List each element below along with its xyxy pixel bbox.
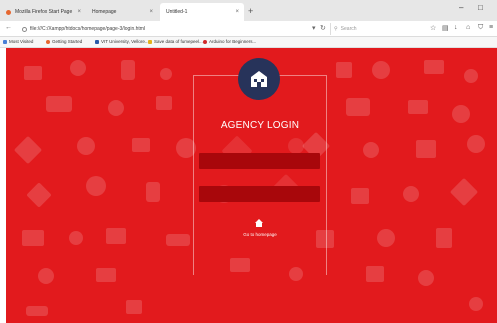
navigation-bar: ← file:///C:/Xampp/htdocs/homepage/page-… (0, 21, 497, 37)
building-icon (251, 71, 267, 87)
go-to-homepage-link[interactable]: Go to homepage (193, 232, 327, 237)
bookmark-label: Most Visited (9, 39, 34, 44)
login-title: AGENCY LOGIN (220, 120, 300, 131)
tab-homepage[interactable]: Homepage × (86, 3, 158, 21)
login-page: AGENCY LOGIN Go to homepage (6, 48, 497, 323)
close-icon[interactable]: × (77, 9, 81, 15)
firefox-icon (6, 9, 11, 15)
agency-logo (238, 58, 280, 100)
bookmark-save-data[interactable]: Save data of fumepeel... (148, 39, 203, 44)
download-icon[interactable]: ↓ (454, 24, 458, 31)
back-icon[interactable]: ← (5, 24, 12, 31)
tab-label: Homepage (92, 9, 117, 15)
bookmark-label: Save data of fumepeel... (154, 39, 203, 44)
home-icon[interactable]: ⌂ (466, 24, 470, 31)
search-placeholder: Search (340, 26, 357, 32)
bookmarks-bar: Most Visited Getting Started VIT Univers… (0, 37, 497, 48)
bookmark-getting-started[interactable]: Getting Started (46, 39, 82, 44)
bookmark-icon (148, 39, 152, 44)
url-bar[interactable]: file:///C:/Xampp/htdocs/homepage/page-3/… (20, 23, 310, 35)
close-icon[interactable]: × (149, 9, 153, 15)
minimize-icon[interactable]: – (459, 3, 463, 12)
login-panel (193, 75, 327, 275)
username-field[interactable] (199, 153, 320, 169)
search-input[interactable]: ⚲ Search (330, 23, 422, 35)
bookmark-label: Arduino for Beginners... (209, 39, 257, 44)
dropdown-icon[interactable]: ▾ (312, 24, 316, 32)
bookmark-most-visited[interactable]: Most Visited (3, 39, 33, 44)
bookmark-arduino[interactable]: Arduino for Beginners... (203, 39, 256, 44)
tab-label: Mozilla Firefox Start Page (15, 9, 73, 15)
tab-untitled[interactable]: Untitled-1 × (160, 3, 244, 21)
shield-icon[interactable]: ⛉ (478, 24, 483, 32)
bookmark-icon (95, 39, 99, 44)
new-tab-button[interactable]: + (248, 5, 253, 17)
library-icon[interactable]: ▤ (442, 24, 449, 32)
url-text: file:///C:/Xampp/htdocs/homepage/page-3/… (30, 26, 146, 32)
youtube-icon (203, 39, 207, 44)
tab-label: Untitled-1 (166, 9, 188, 15)
reload-icon[interactable]: ↻ (320, 24, 326, 32)
info-icon[interactable] (22, 26, 27, 32)
bookmark-label: VIT University, Vellore... (101, 39, 149, 44)
bookmark-icon (3, 39, 7, 44)
menu-icon[interactable]: ≡ (489, 24, 493, 31)
firefox-icon (46, 39, 50, 44)
bookmark-label: Getting Started (52, 39, 83, 44)
close-icon[interactable]: × (235, 9, 239, 15)
tab-strip: Mozilla Firefox Start Page × Homepage × … (0, 0, 497, 21)
password-field[interactable] (199, 186, 320, 202)
maximize-icon[interactable]: □ (478, 3, 483, 12)
bookmark-vit[interactable]: VIT University, Vellore... (95, 39, 149, 44)
home-icon[interactable] (254, 218, 264, 228)
search-icon: ⚲ (334, 26, 338, 32)
tab-firefox-start[interactable]: Mozilla Firefox Start Page × (0, 3, 86, 21)
bookmark-star-icon[interactable]: ☆ (430, 24, 436, 32)
